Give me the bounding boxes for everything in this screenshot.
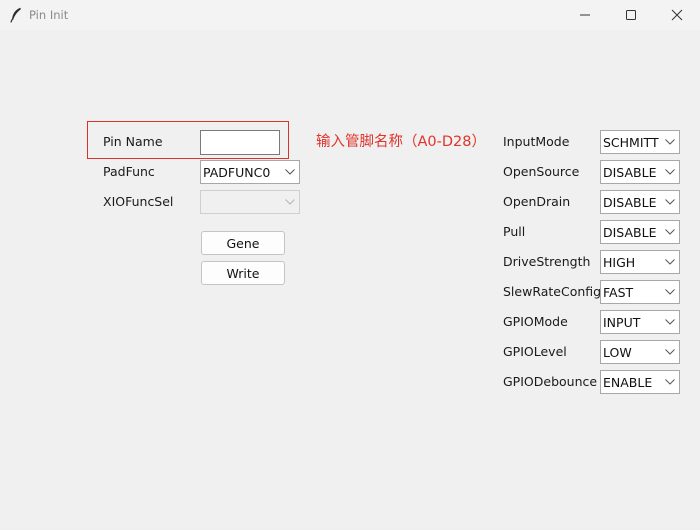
drivestrength-value: HIGH [603, 255, 636, 270]
slewrateconfig-label: SlewRateConfig [503, 284, 602, 299]
gpiolevel-value: LOW [603, 345, 632, 360]
xiofuncsel-select[interactable] [200, 190, 300, 214]
opensource-label: OpenSource [503, 164, 580, 179]
opensource-value: DISABLE [603, 165, 657, 180]
pull-label: Pull [503, 224, 526, 239]
chevron-down-icon [661, 371, 679, 393]
gpiodebounce-value: ENABLE [603, 375, 653, 390]
write-button[interactable]: Write [201, 261, 285, 285]
chevron-down-icon [661, 251, 679, 273]
opensource-select[interactable]: DISABLE [600, 160, 680, 184]
xiofuncsel-label: XIOFuncSel [103, 194, 174, 209]
minimize-icon [580, 14, 590, 16]
gpiolevel-label: GPIOLevel [503, 344, 567, 359]
gpiolevel-select[interactable]: LOW [600, 340, 680, 364]
slewrateconfig-select[interactable]: FAST [600, 280, 680, 304]
chevron-down-icon [661, 341, 679, 363]
slewrateconfig-value: FAST [603, 285, 634, 300]
opendrain-select[interactable]: DISABLE [600, 190, 680, 214]
padfunc-label: PadFunc [103, 164, 155, 179]
pin-name-label: Pin Name [103, 134, 163, 149]
chevron-down-icon [661, 281, 679, 303]
gene-button[interactable]: Gene [201, 231, 285, 255]
gpiomode-value: INPUT [603, 315, 641, 330]
feather-icon [10, 7, 22, 23]
gpiomode-select[interactable]: INPUT [600, 310, 680, 334]
chevron-down-icon [661, 161, 679, 183]
gpiodebounce-select[interactable]: ENABLE [600, 370, 680, 394]
gpiomode-label: GPIOMode [503, 314, 568, 329]
chevron-down-icon [281, 161, 299, 183]
pull-value: DISABLE [603, 225, 657, 240]
window-title: Pin Init [29, 8, 69, 22]
pull-select[interactable]: DISABLE [600, 220, 680, 244]
opendrain-value: DISABLE [603, 195, 657, 210]
chevron-down-icon [281, 191, 299, 213]
title-bar: Pin Init [0, 0, 700, 30]
opendrain-label: OpenDrain [503, 194, 571, 209]
drivestrength-label: DriveStrength [503, 254, 591, 269]
minimize-button[interactable] [562, 0, 608, 30]
padfunc-select[interactable]: PADFUNC0 [200, 160, 300, 184]
chevron-down-icon [661, 311, 679, 333]
pin-name-hint: 输入管脚名称（A0-D28） [316, 134, 486, 150]
maximize-button[interactable] [608, 0, 654, 30]
inputmode-value: SCHMITT [603, 135, 659, 150]
pin-name-input[interactable] [200, 130, 280, 155]
inputmode-select[interactable]: SCHMITT [600, 130, 680, 154]
gpiodebounce-label: GPIODebounce [503, 374, 598, 389]
chevron-down-icon [661, 191, 679, 213]
close-icon [671, 9, 683, 21]
maximize-icon [626, 10, 636, 20]
chevron-down-icon [661, 221, 679, 243]
padfunc-value: PADFUNC0 [203, 165, 271, 180]
drivestrength-select[interactable]: HIGH [600, 250, 680, 274]
close-button[interactable] [654, 0, 700, 30]
chevron-down-icon [661, 131, 679, 153]
inputmode-label: InputMode [503, 134, 570, 149]
